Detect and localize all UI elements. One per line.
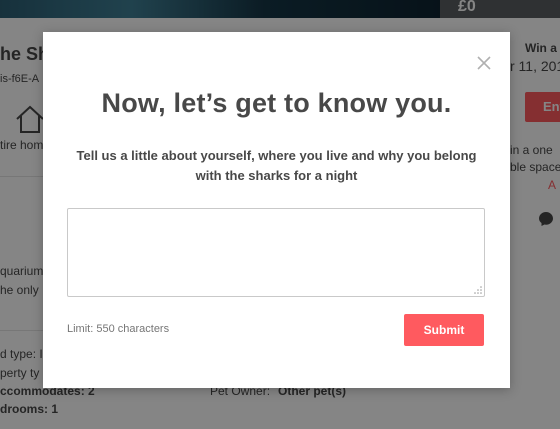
close-icon[interactable] xyxy=(473,52,495,74)
submit-button[interactable]: Submit xyxy=(404,314,484,346)
page: £0 he Sh is-f6E-A tire hom Win a r 11, 2… xyxy=(0,0,560,429)
modal-subtitle: Tell us a little about yourself, where y… xyxy=(76,148,477,183)
resize-handle-icon[interactable] xyxy=(473,285,483,295)
character-limit-label: Limit: 550 characters xyxy=(67,323,170,335)
about-you-textarea[interactable] xyxy=(67,208,485,297)
about-you-modal: Now, let’s get to know you. Tell us a li… xyxy=(43,32,510,388)
about-you-field-wrapper xyxy=(67,208,485,297)
modal-title: Now, let’s get to know you. xyxy=(101,88,452,118)
